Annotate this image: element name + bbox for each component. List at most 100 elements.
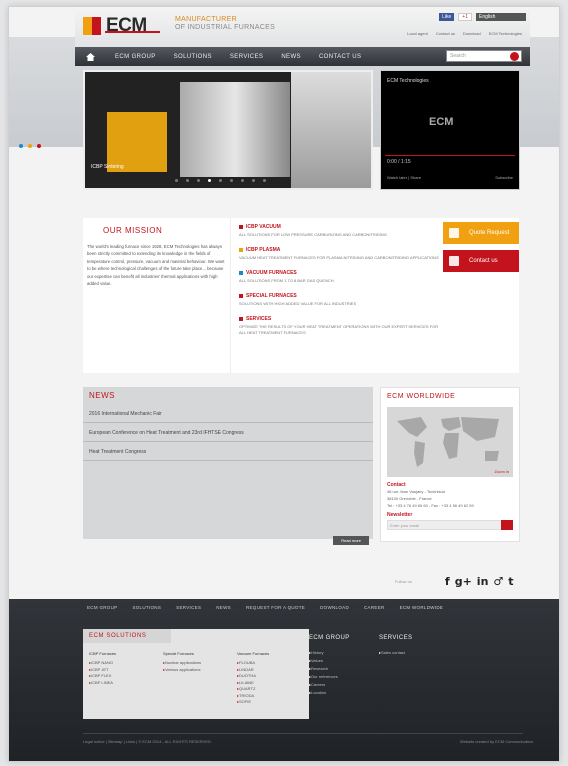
google-plus-icon[interactable]: g+: [455, 575, 472, 588]
map-zoom-link[interactable]: Zoom in: [495, 469, 509, 474]
mission-list-item[interactable]: ICBP PLASMA VACUUM HEAT TREATMENT FURNACE…: [239, 247, 439, 261]
address-line-3: Tel : +33 4 76 49 65 60 - Fax : +33 4 56…: [387, 503, 474, 508]
blue-dot: [19, 144, 23, 148]
mission-item-title: ICBP PLASMA: [239, 247, 439, 253]
facebook-like-button[interactable]: Like: [439, 13, 455, 21]
worldwide-panel: ECM WORLDWIDE Zoom in Contact 46 rue Jea…: [380, 387, 520, 542]
slide-wall: [291, 72, 371, 188]
pager-dot[interactable]: [263, 179, 266, 182]
decor-dots: [19, 144, 41, 148]
mission-list-item[interactable]: ICBP VACUUM ALL SOLUTIONS FOR LOW PRESSUR…: [239, 224, 439, 238]
logo-cube-icon: [83, 17, 101, 35]
red-dot: [37, 144, 41, 148]
pager-dot[interactable]: [252, 179, 255, 182]
nav-ecm-group[interactable]: ECM GROUP: [115, 54, 156, 60]
slider-pager[interactable]: [175, 179, 266, 182]
pager-dot[interactable]: [219, 179, 222, 182]
language-select[interactable]: English: [476, 13, 526, 21]
video-player[interactable]: ECM Technologies ECM 0:00 / 1:15 Watch l…: [380, 70, 520, 190]
footer-link[interactable]: Values: [309, 657, 350, 665]
footer-nav-item[interactable]: SERVICES: [176, 605, 201, 610]
mission-item-desc: SOLUTIONS WITH HIGH ADDED VALUE FOR ALL …: [239, 301, 357, 306]
nav-services[interactable]: SERVICES: [230, 54, 263, 60]
footer-link[interactable]: Our references: [309, 673, 350, 681]
footer-link[interactable]: Various applications: [163, 667, 201, 674]
news-item[interactable]: Heat Treatment Congress: [83, 442, 373, 461]
search-input[interactable]: Search: [446, 50, 522, 62]
search-icon[interactable]: [510, 52, 519, 61]
footer-solutions: ECM SOLUTIONS ICBP Furnaces ICBP NANOICB…: [83, 629, 309, 719]
top-link-local-agent[interactable]: Local agent: [407, 31, 428, 36]
footer-link[interactable]: History: [309, 649, 350, 657]
footer-link[interactable]: SOFIE: [237, 699, 269, 706]
news-section: NEWS 2016 International Mechanic Fair Eu…: [83, 387, 373, 545]
image-slider[interactable]: ICBP Sintering: [83, 70, 373, 190]
search-placeholder: Search: [450, 53, 466, 59]
footer-credit[interactable]: Website created by ECM Communication: [460, 739, 533, 744]
footer-nav: ECM GROUP SOLUTIONS SERVICES NEWS REQUEST FO…: [87, 605, 443, 610]
nav-solutions[interactable]: SOLUTIONS: [174, 54, 212, 60]
news-item[interactable]: European Conference on Heat Treatment an…: [83, 423, 373, 442]
nav-news[interactable]: NEWS: [281, 54, 301, 60]
logo[interactable]: ECM: [83, 15, 147, 37]
footer-ecm-group: ECM GROUP HistoryValuesResearchOur refer…: [309, 635, 350, 697]
footer-nav-item[interactable]: REQUEST FOR A QUOTE: [246, 605, 305, 610]
video-progress[interactable]: [385, 155, 515, 156]
social-top: Like +1 English: [439, 13, 526, 21]
footer-nav-item[interactable]: NEWS: [216, 605, 231, 610]
footer-services: SERVICES Sales contact: [379, 635, 412, 657]
site-header: ECM MANUFACTURER OF INDUSTRIAL FURNACES …: [75, 7, 530, 47]
linkedin-icon[interactable]: in: [477, 575, 489, 588]
home-icon[interactable]: [83, 51, 97, 63]
square-bullet-icon: [239, 294, 243, 298]
footer-legal[interactable]: Legal notice | Sitemap | Links | © ECM 2…: [83, 739, 211, 744]
footer-nav-item[interactable]: DOWNLOAD: [320, 605, 349, 610]
news-read-more-button[interactable]: Read more: [333, 536, 369, 545]
footer-nav-item[interactable]: SOLUTIONS: [132, 605, 161, 610]
pager-dot[interactable]: [230, 179, 233, 182]
contact-us-button[interactable]: Contact us: [443, 250, 519, 272]
footer-link[interactable]: Careers: [309, 681, 350, 689]
pager-dot[interactable]: [175, 179, 178, 182]
footer-link[interactable]: Sales contact: [379, 649, 412, 657]
footer-link[interactable]: Research: [309, 665, 350, 673]
video-subscribe[interactable]: Subscribe: [495, 175, 513, 180]
footer-nav-item[interactable]: ECM GROUP: [87, 605, 117, 610]
mission-list-item[interactable]: SPECIAL FURNACES SOLUTIONS WITH HIGH ADDE…: [239, 293, 439, 307]
footer-link[interactable]: ICBP LINEA: [89, 680, 116, 687]
top-link-ecm-technologies[interactable]: ECM Technologies: [489, 31, 522, 36]
footer-link[interactable]: Nuclear applications: [163, 660, 201, 667]
newsletter-email-input[interactable]: Enter your email: [387, 520, 513, 530]
pager-dot[interactable]: [186, 179, 189, 182]
gplus-button[interactable]: +1: [458, 13, 472, 21]
twitter-icon[interactable]: t: [508, 575, 513, 588]
footer-link[interactable]: ICBP NANO: [89, 660, 116, 667]
address-line-1: 46 rue Jean Vaujany - Technisud: [387, 489, 445, 494]
footer-nav-item[interactable]: ECM WORLDWIDE: [400, 605, 444, 610]
mission-item-desc: ALL SOLUTIONS FROM 1 TO 8 BAR GAS QUENCH: [239, 278, 334, 283]
pager-dot[interactable]: [197, 179, 200, 182]
facebook-icon[interactable]: f: [445, 575, 450, 588]
top-link-contact[interactable]: Contact us: [436, 31, 455, 36]
viadeo-icon[interactable]: ♂: [493, 575, 503, 588]
quote-request-button[interactable]: Quote Request: [443, 222, 519, 244]
nav-contact-us[interactable]: CONTACT US: [319, 54, 361, 60]
worldwide-title: ECM WORLDWIDE: [387, 393, 456, 400]
video-footer[interactable]: Watch later | Share: [387, 175, 421, 180]
world-map[interactable]: Zoom in: [387, 407, 513, 477]
newsletter-placeholder: Enter your email: [390, 523, 420, 528]
pager-dot-active[interactable]: [208, 179, 211, 182]
footer-col-heading: Vacuum Furnaces: [237, 651, 270, 656]
top-link-download[interactable]: Download: [463, 31, 481, 36]
footer-link[interactable]: Location: [309, 689, 350, 697]
video-time: 0:00 / 1:15: [387, 159, 411, 165]
mission-list-item[interactable]: VACUUM FURNACES ALL SOLUTIONS FROM 1 TO 8…: [239, 270, 439, 284]
mission-title: OUR MISSION: [103, 226, 163, 235]
footer-nav-item[interactable]: CAREER: [364, 605, 385, 610]
video-logo: ECM: [429, 116, 454, 128]
pager-dot[interactable]: [241, 179, 244, 182]
video-title: ECM Technologies: [387, 78, 429, 84]
mission-list-item[interactable]: SERVICES OPTIMIZE THE RESULTS OF YOUR HEA…: [239, 316, 439, 336]
newsletter-submit-button[interactable]: [501, 520, 513, 530]
news-item[interactable]: 2016 International Mechanic Fair: [83, 404, 373, 423]
